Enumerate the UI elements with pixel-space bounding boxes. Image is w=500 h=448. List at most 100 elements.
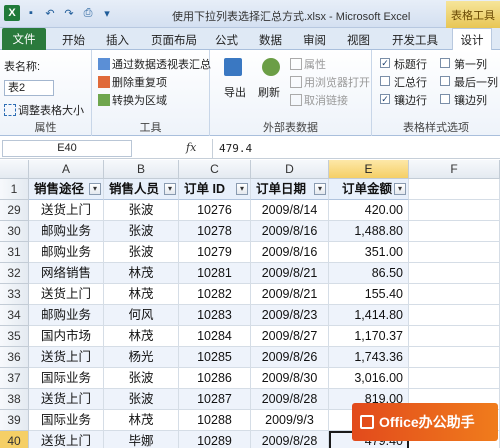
table-cell[interactable]: 10285 <box>179 347 251 368</box>
formula-input[interactable]: 479.4 <box>212 139 500 158</box>
empty-cell[interactable] <box>409 368 500 389</box>
remove-duplicates-button[interactable]: 删除重复项 <box>98 74 167 90</box>
export-button[interactable]: 导出 <box>224 84 246 100</box>
name-box[interactable]: E40 <box>2 140 132 157</box>
table-name-input[interactable]: 表2 <box>4 80 54 96</box>
tab-home[interactable]: 开始 <box>62 32 85 48</box>
empty-cell[interactable] <box>409 284 500 305</box>
table-cell[interactable]: 10278 <box>179 221 251 242</box>
table-cell[interactable]: 10279 <box>179 242 251 263</box>
table-cell[interactable]: 10281 <box>179 263 251 284</box>
table-cell[interactable]: 林茂 <box>104 263 179 284</box>
table-cell[interactable]: 张波 <box>104 221 179 242</box>
row-header[interactable]: 1 <box>0 179 29 200</box>
table-cell[interactable]: 10276 <box>179 200 251 221</box>
table-cell[interactable]: 1,743.36 <box>329 347 409 368</box>
row-header[interactable]: 34 <box>0 305 29 326</box>
tab-page-layout[interactable]: 页面布局 <box>151 32 197 48</box>
table-cell[interactable]: 1,488.80 <box>329 221 409 242</box>
undo-icon[interactable]: ↶ <box>42 5 58 21</box>
table-header-cell[interactable]: 订单金额 ▾ <box>329 179 409 200</box>
banded-rows-checkbox[interactable]: ✓ <box>380 94 390 104</box>
tab-design[interactable]: 设计 <box>452 28 492 51</box>
tab-view[interactable]: 视图 <box>347 32 370 48</box>
table-cell[interactable]: 2009/8/28 <box>251 389 329 410</box>
table-cell[interactable]: 毕娜 <box>104 431 179 448</box>
column-header-b[interactable]: B <box>104 160 179 179</box>
filter-dropdown-icon[interactable]: ▾ <box>89 183 101 195</box>
first-column-checkbox[interactable] <box>440 58 450 68</box>
tab-insert[interactable]: 插入 <box>106 32 129 48</box>
table-cell[interactable]: 2009/9/3 <box>251 410 329 431</box>
table-cell[interactable]: 3,016.00 <box>329 368 409 389</box>
tab-formulas[interactable]: 公式 <box>215 32 238 48</box>
row-header[interactable]: 30 <box>0 221 29 242</box>
table-cell[interactable]: 351.00 <box>329 242 409 263</box>
row-header[interactable]: 36 <box>0 347 29 368</box>
table-cell[interactable]: 2009/8/16 <box>251 221 329 242</box>
table-cell[interactable]: 送货上门 <box>29 431 104 448</box>
table-cell[interactable]: 86.50 <box>329 263 409 284</box>
table-cell[interactable]: 10283 <box>179 305 251 326</box>
row-header[interactable]: 29 <box>0 200 29 221</box>
table-cell[interactable]: 邮购业务 <box>29 242 104 263</box>
table-cell[interactable]: 张波 <box>104 389 179 410</box>
table-cell[interactable]: 杨光 <box>104 347 179 368</box>
table-cell[interactable]: 张波 <box>104 200 179 221</box>
table-cell[interactable]: 2009/8/27 <box>251 326 329 347</box>
row-header[interactable]: 39 <box>0 410 29 431</box>
table-cell[interactable]: 10284 <box>179 326 251 347</box>
header-row-checkbox[interactable]: ✓ <box>380 58 390 68</box>
refresh-button[interactable]: 刷新 <box>258 84 280 100</box>
table-cell[interactable]: 420.00 <box>329 200 409 221</box>
empty-cell[interactable] <box>409 326 500 347</box>
table-header-cell[interactable]: 销售人员 ▾ <box>104 179 179 200</box>
row-header[interactable]: 37 <box>0 368 29 389</box>
column-header-a[interactable]: A <box>29 160 104 179</box>
table-cell[interactable]: 1,170.37 <box>329 326 409 347</box>
table-cell[interactable]: 送货上门 <box>29 284 104 305</box>
table-header-cell[interactable]: 订单日期 ▾ <box>251 179 329 200</box>
insert-function-icon[interactable]: fx <box>186 141 196 154</box>
row-header[interactable]: 33 <box>0 284 29 305</box>
excel-logo-icon[interactable]: X <box>4 5 20 21</box>
save-icon[interactable]: ▪ <box>23 5 39 21</box>
filter-dropdown-icon[interactable]: ▾ <box>314 183 326 195</box>
row-header[interactable]: 40 <box>0 431 29 448</box>
table-cell[interactable]: 张波 <box>104 242 179 263</box>
table-cell[interactable]: 2009/8/21 <box>251 263 329 284</box>
column-header-d[interactable]: D <box>251 160 329 179</box>
table-cell[interactable]: 10282 <box>179 284 251 305</box>
row-header[interactable]: 31 <box>0 242 29 263</box>
table-cell[interactable]: 张波 <box>104 368 179 389</box>
table-cell[interactable]: 何风 <box>104 305 179 326</box>
table-cell[interactable]: 2009/8/23 <box>251 305 329 326</box>
tab-review[interactable]: 审阅 <box>303 32 326 48</box>
filter-dropdown-icon[interactable]: ▾ <box>164 183 176 195</box>
table-cell[interactable]: 10288 <box>179 410 251 431</box>
table-header-cell[interactable]: 销售途径 ▾ <box>29 179 104 200</box>
table-cell[interactable]: 2009/8/26 <box>251 347 329 368</box>
table-cell[interactable]: 国内市场 <box>29 326 104 347</box>
filter-dropdown-icon[interactable]: ▾ <box>394 183 406 195</box>
table-header-cell[interactable]: 订单 ID ▾ <box>179 179 251 200</box>
empty-cell[interactable] <box>409 305 500 326</box>
table-cell[interactable]: 2009/8/30 <box>251 368 329 389</box>
table-cell[interactable]: 林茂 <box>104 284 179 305</box>
filter-dropdown-icon[interactable]: ▾ <box>236 183 248 195</box>
table-cell[interactable]: 送货上门 <box>29 200 104 221</box>
table-cell[interactable]: 10286 <box>179 368 251 389</box>
table-cell[interactable]: 10287 <box>179 389 251 410</box>
table-cell[interactable]: 网络销售 <box>29 263 104 284</box>
row-header[interactable]: 38 <box>0 389 29 410</box>
table-cell[interactable]: 2009/8/28 <box>251 431 329 448</box>
column-header-f[interactable]: F <box>409 160 500 179</box>
table-cell[interactable]: 送货上门 <box>29 347 104 368</box>
print-preview-icon[interactable]: ⎙ <box>80 5 96 21</box>
row-header[interactable]: 32 <box>0 263 29 284</box>
empty-cell[interactable] <box>409 347 500 368</box>
empty-cell[interactable] <box>409 242 500 263</box>
customize-qat-icon[interactable]: ▾ <box>99 5 115 21</box>
table-cell[interactable]: 送货上门 <box>29 389 104 410</box>
table-cell[interactable]: 国际业务 <box>29 368 104 389</box>
